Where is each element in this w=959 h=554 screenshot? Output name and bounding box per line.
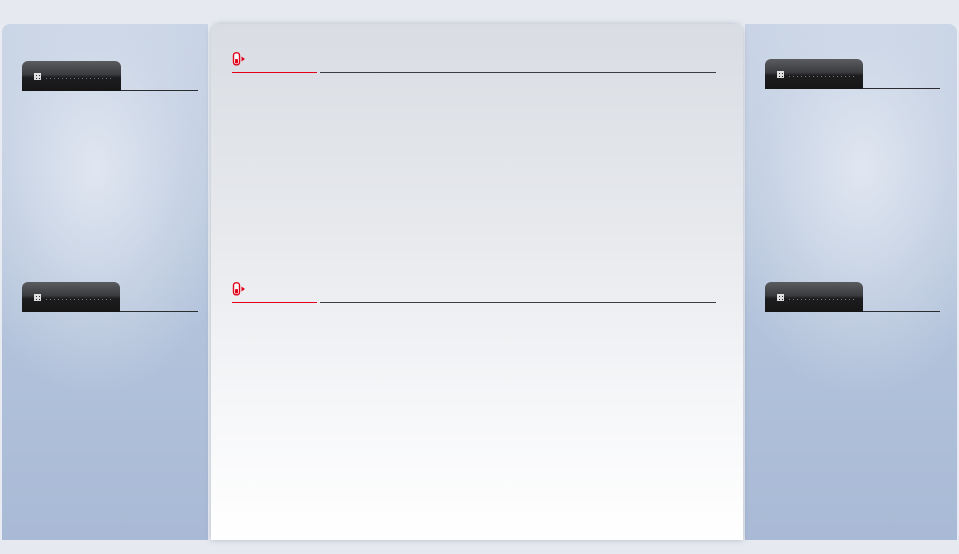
left-tab-2[interactable]: [22, 282, 120, 312]
right-tab-2[interactable]: [765, 282, 863, 312]
bookmark-arrow-icon: [232, 52, 245, 66]
bottom-band: [0, 540, 959, 554]
left-tab-2-rule: [120, 311, 198, 312]
tab-dotted-rule: [789, 76, 855, 77]
grid-icon: [34, 294, 41, 301]
tab-dotted-rule: [46, 299, 112, 300]
right-tab-1[interactable]: [765, 59, 863, 89]
grid-icon: [777, 71, 784, 78]
right-tab-1-rule: [863, 88, 940, 89]
right-tab-2-rule: [863, 311, 940, 312]
left-tab-1-rule: [121, 90, 198, 91]
section-2-underline: [320, 302, 716, 303]
top-band: [0, 0, 959, 24]
left-tab-1[interactable]: [22, 61, 121, 91]
bookmark-arrow-icon: [232, 282, 245, 296]
section-2-underline-accent: [232, 302, 317, 303]
section-1-underline-accent: [232, 72, 317, 73]
main-content-panel: [211, 24, 743, 540]
section-1-underline: [320, 72, 716, 73]
grid-icon: [34, 73, 41, 80]
grid-icon: [777, 294, 784, 301]
tab-dotted-rule: [789, 299, 855, 300]
tab-dotted-rule: [46, 78, 113, 79]
